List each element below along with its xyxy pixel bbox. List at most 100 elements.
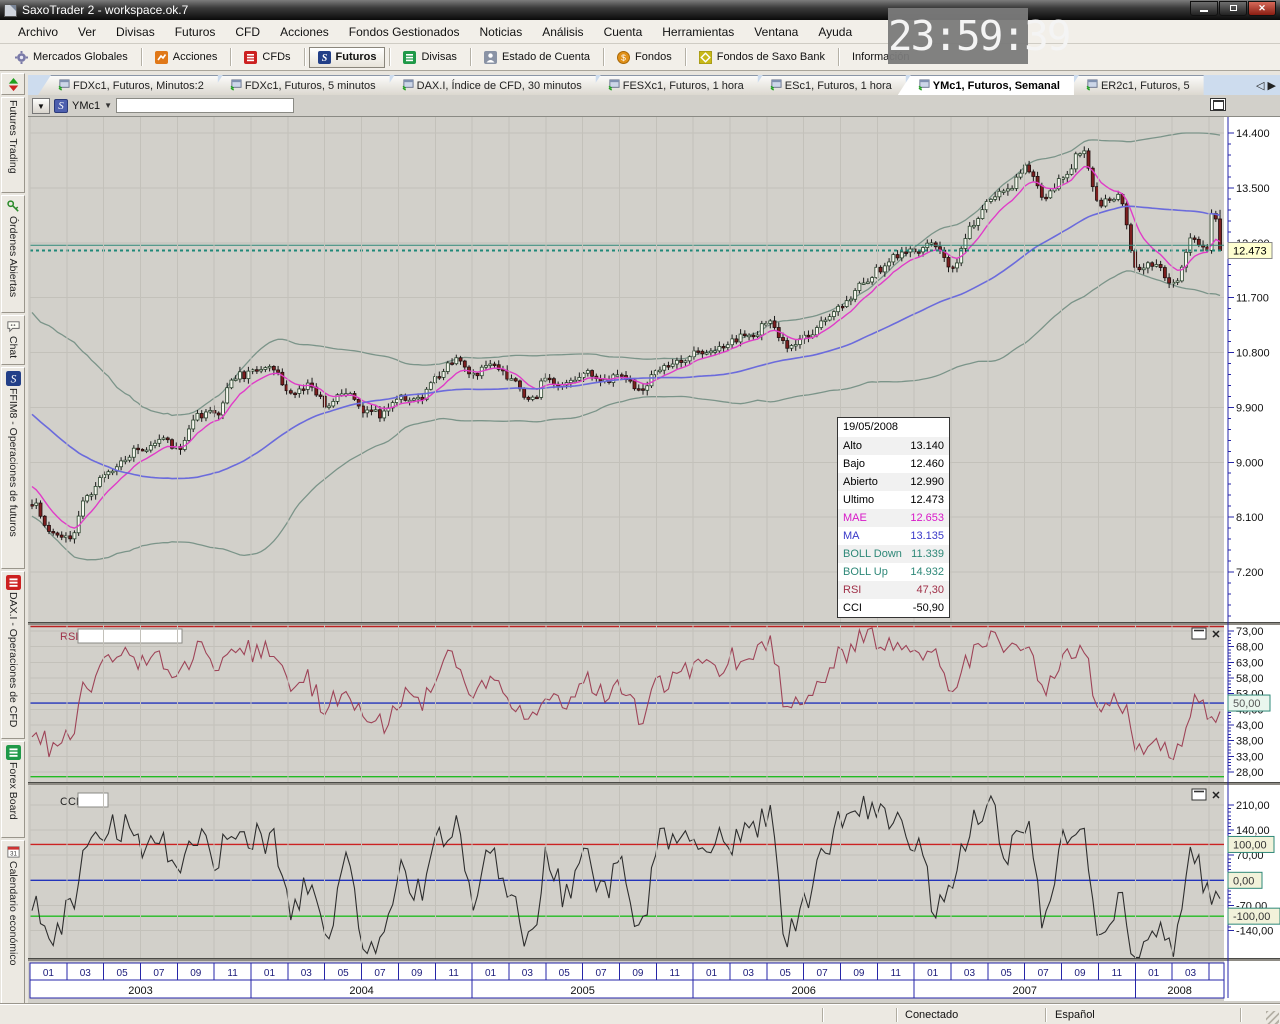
chart-window: ▼ S YMc1 ▼ RSI✕CCI✕14.40013.50012.60011.… [28, 95, 1280, 1005]
svg-text:0,00: 0,00 [1233, 875, 1254, 887]
chart-tab-icon [918, 79, 930, 91]
menu-noticias[interactable]: Noticias [470, 22, 533, 42]
chart-tab-icon [230, 79, 242, 91]
stocks-icon [155, 51, 168, 64]
tooltip-value: 12.990 [910, 475, 944, 489]
gear-icon [15, 51, 28, 64]
svg-text:CCI: CCI [60, 796, 79, 808]
doc-tab-3[interactable]: FESXc1, Futuros, 1 hora [588, 75, 758, 95]
price-chart[interactable]: RSI✕CCI✕14.40013.50012.60011.70010.8009.… [28, 117, 1280, 1001]
connection-status: Conectado [905, 1009, 958, 1021]
panel-close-icon: ✕ [1211, 629, 1220, 641]
svg-text:68,00: 68,00 [1236, 642, 1264, 654]
doc-tab-4[interactable]: ESc1, Futuros, 1 hora [750, 75, 906, 95]
svg-text:07: 07 [817, 968, 829, 979]
menu-divisas[interactable]: Divisas [106, 22, 165, 42]
menu-herramientas[interactable]: Herramientas [652, 22, 744, 42]
doc-tab-5[interactable]: YMc1, Futuros, Semanal [898, 75, 1074, 95]
svg-text:01: 01 [485, 968, 497, 979]
fx-icon [403, 51, 416, 64]
svg-text:14.400: 14.400 [1236, 128, 1270, 140]
tooltip-row-ultimo: Ultimo12.473 [838, 491, 949, 509]
svg-text:12.473: 12.473 [1233, 246, 1267, 258]
fx-icon [6, 745, 21, 760]
sidebar-item-label: DAX.I - Operaciones de CFD [7, 592, 19, 727]
sidebar-item-label: Calendario económico [7, 861, 19, 965]
doc-tab-label: DAX.I, Índice de CFD, 30 minutos [417, 80, 582, 92]
tooltip-value: 47,30 [916, 583, 944, 597]
menu-ver[interactable]: Ver [68, 22, 106, 42]
menu-futuros[interactable]: Futuros [165, 22, 226, 42]
tooltip-label: MAE [843, 511, 867, 525]
menu-archivo[interactable]: Archivo [8, 22, 68, 42]
doc-tab-label: FDXc1, Futuros, 5 minutos [245, 80, 376, 92]
svg-text:11: 11 [891, 968, 902, 979]
svg-text:38,00: 38,00 [1236, 736, 1264, 748]
svg-text:RSI: RSI [60, 631, 78, 643]
left-module-tabs: Futures TradingÓrdenes AbiertasChatSFFIM… [0, 72, 26, 1004]
doc-tab-2[interactable]: DAX.I, Índice de CFD, 30 minutos [382, 75, 596, 95]
tab-scroll-right-icon[interactable]: ▶ [1268, 80, 1276, 92]
toolbar-button-fondos[interactable]: $Fondos [608, 47, 681, 68]
sidebar-item-forex-board[interactable]: Forex Board [1, 741, 25, 838]
svg-text:01: 01 [706, 968, 718, 979]
minimize-button[interactable] [1190, 1, 1218, 16]
menu-cuenta[interactable]: Cuenta [594, 22, 653, 42]
status-bar: Conectado Español [0, 1004, 1280, 1024]
menu-fondos-gestionados[interactable]: Fondos Gestionados [339, 22, 470, 42]
svg-text:01: 01 [1148, 968, 1160, 979]
workspace: FDXc1, Futuros, Minutos:2 FDXc1, Futuros,… [26, 72, 1280, 1004]
chart-restore-icon[interactable] [1210, 98, 1226, 111]
tab-scroll-left-icon[interactable]: ◁ [1256, 80, 1264, 92]
chart-tab-icon [402, 79, 414, 91]
tooltip-value: 14.932 [910, 565, 944, 579]
tooltip-value: -50,90 [913, 601, 944, 615]
time-axis: 0103050709110103050709110103050709110103… [30, 963, 1224, 998]
resize-grip[interactable] [1266, 1011, 1279, 1024]
close-button[interactable]: ✕ [1248, 1, 1276, 16]
clock-time: 23:59:39 [888, 12, 1069, 60]
language-indicator[interactable]: Español [1055, 1009, 1095, 1021]
toolbar-button-fondos-de-saxo-bank[interactable]: Fondos de Saxo Bank [690, 47, 834, 68]
menu-cfd[interactable]: CFD [225, 22, 270, 42]
toolbar-button-mercados-globales[interactable]: Mercados Globales [6, 47, 137, 68]
sidebar-item-calendario-econ-mico[interactable]: 31 Calendario económico [1, 840, 25, 1006]
svg-text:210,00: 210,00 [1236, 800, 1270, 812]
sidebar-item-arrows[interactable] [1, 73, 25, 95]
symbol-label[interactable]: YMc1 [72, 100, 100, 112]
doc-tab-6[interactable]: ER2c1, Futuros, 5 [1066, 75, 1204, 95]
svg-text:31: 31 [10, 851, 17, 858]
sidebar-item-futures-trading[interactable]: Futures Trading [1, 97, 25, 193]
toolbar-button-cfds[interactable]: CFDs [235, 47, 299, 68]
toolbar-button-divisas[interactable]: Divisas [394, 47, 465, 68]
tab-scroll-buttons[interactable]: ◁ ▶ [1254, 79, 1278, 92]
menu-ventana[interactable]: Ventana [744, 22, 808, 42]
symbol-caret-icon[interactable]: ▼ [104, 101, 112, 110]
toolbar-button-acciones[interactable]: Acciones [146, 47, 227, 68]
toolbar-button-estado-de-cuenta[interactable]: Estado de Cuenta [475, 47, 599, 68]
data-tooltip: 19/05/2008 Alto13.140Bajo12.460Abierto12… [837, 417, 950, 618]
instrument-icon: S [54, 99, 68, 113]
title-bar: SaxoTrader 2 - workspace.ok.7 ✕ [0, 0, 1280, 20]
svg-text:05: 05 [1001, 968, 1013, 979]
symbol-search-input[interactable] [116, 98, 294, 113]
svg-text:05: 05 [780, 968, 792, 979]
cfd-icon [6, 575, 21, 590]
doc-tab-1[interactable]: FDXc1, Futuros, 5 minutos [210, 75, 390, 95]
toolbar-button-futuros[interactable]: SFuturos [309, 47, 386, 68]
cci-panel: CCI✕ [28, 786, 1224, 958]
tooltip-label: Ultimo [843, 493, 874, 507]
menu-ayuda[interactable]: Ayuda [808, 22, 862, 42]
sidebar-item-chat[interactable]: Chat [1, 315, 25, 365]
restore-button[interactable] [1219, 1, 1247, 16]
menu-acciones[interactable]: Acciones [270, 22, 339, 42]
chart-dropdown-button[interactable]: ▼ [32, 98, 50, 114]
sidebar-item-ffim8-operaciones-de-futuros[interactable]: SFFIM8 - Operaciones de futuros [1, 367, 25, 569]
doc-tab-0[interactable]: FDXc1, Futuros, Minutos:2 [38, 75, 218, 95]
sidebar-item--rdenes-abiertas[interactable]: Órdenes Abiertas [1, 195, 25, 313]
menu-an-lisis[interactable]: Análisis [532, 22, 593, 42]
tooltip-row-alto: Alto13.140 [838, 437, 949, 455]
svg-text:07: 07 [153, 968, 165, 979]
sidebar-item-dax-i-operaciones-de-cfd[interactable]: DAX.I - Operaciones de CFD [1, 571, 25, 739]
svg-text:33,00: 33,00 [1236, 751, 1264, 763]
